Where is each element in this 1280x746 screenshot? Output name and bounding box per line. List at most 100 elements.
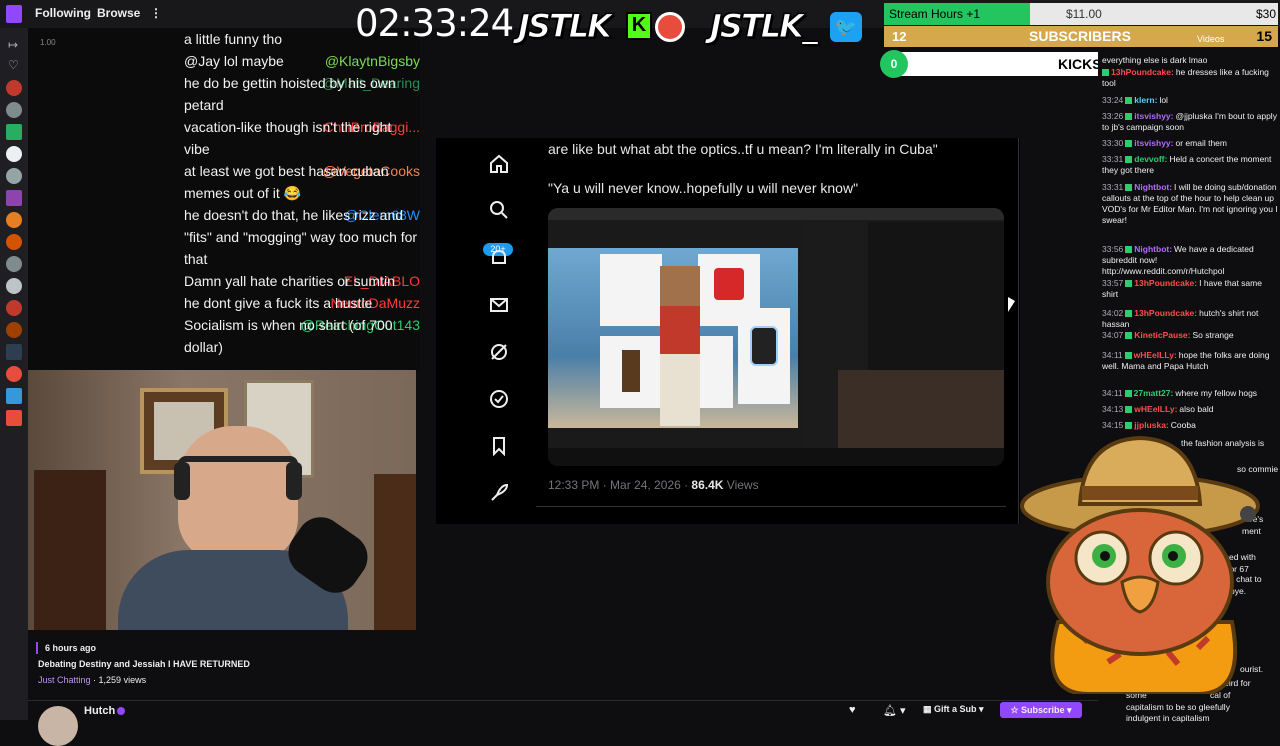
channel-avatar[interactable] bbox=[6, 102, 22, 118]
channel-avatar[interactable] bbox=[6, 146, 22, 162]
chat-message: 33:30 itsvishyy: or email them bbox=[1102, 138, 1278, 149]
chat-username[interactable]: itsvishyy: bbox=[1134, 138, 1173, 148]
chat-message: @Matt_Dearing he do be gettin hoisted by … bbox=[28, 72, 420, 116]
stream-age: 6 hours ago bbox=[45, 643, 97, 653]
subscribers-goal-bar: 12 SUBSCRIBERS Videos 15 bbox=[884, 26, 1278, 47]
channel-avatar[interactable] bbox=[6, 322, 22, 338]
streamer-webcam bbox=[28, 370, 416, 630]
chat-message: 34:11 wHEelLLy: hope the folks are doing w… bbox=[1102, 350, 1278, 372]
chat-message: @KlaytnBigsby @Jay lol maybe bbox=[28, 50, 420, 72]
chat-username[interactable]: klern: bbox=[1134, 95, 1157, 105]
notification-bell-icon[interactable]: 🔔︎ ▾ bbox=[883, 704, 906, 717]
chat-timestamp: 33:56 bbox=[1102, 244, 1124, 254]
chat-text: @Jay lol maybe bbox=[184, 53, 284, 69]
twitch-logo-icon[interactable] bbox=[6, 5, 22, 23]
channel-name[interactable]: Hutch bbox=[84, 705, 115, 717]
channel-avatar[interactable] bbox=[6, 278, 22, 294]
chat-username[interactable]: 13hPoundcake: bbox=[1134, 308, 1197, 318]
chat-message: 33:56 Nightbot: We have a dedicated subred… bbox=[1102, 244, 1278, 277]
x-rocket-icon[interactable] bbox=[489, 483, 509, 503]
channel-avatar[interactable] bbox=[6, 168, 22, 184]
channel-avatar[interactable] bbox=[38, 706, 78, 746]
product-card bbox=[738, 308, 790, 404]
chat-timestamp: 34:11 bbox=[1102, 350, 1123, 360]
chat-username[interactable]: wHEelLLy: bbox=[1134, 350, 1177, 360]
chat-text: lol bbox=[1159, 95, 1168, 105]
chat-username[interactable]: itsvishyy: bbox=[1134, 111, 1173, 121]
chat-badge-icon bbox=[1125, 406, 1133, 414]
headphones-icon bbox=[174, 462, 190, 500]
x-home-icon[interactable] bbox=[489, 154, 509, 174]
chat-overlay-left: 1.00 a little funny tho @KlaytnBigsby @Jay… bbox=[28, 28, 420, 370]
jstlk-twitter-logo: JSTLK_ bbox=[710, 7, 819, 46]
record-icon bbox=[655, 12, 685, 42]
category-link[interactable]: Just Chatting bbox=[38, 675, 91, 685]
chat-badge-icon bbox=[1124, 390, 1132, 398]
browse-link[interactable]: Browse bbox=[97, 6, 140, 20]
chat-username[interactable]: 27matt27: bbox=[1134, 388, 1174, 398]
chat-message: @Clem68W he doesn't do that, he likes riz… bbox=[28, 204, 420, 270]
chat-timestamp: 33:24 bbox=[1102, 95, 1124, 105]
x-verified-icon[interactable] bbox=[489, 389, 509, 409]
more-menu-icon[interactable]: ⋮ bbox=[150, 6, 162, 20]
product-card bbox=[600, 336, 662, 408]
chat-timestamp: 34:15 bbox=[1102, 420, 1124, 430]
channel-avatar[interactable] bbox=[6, 344, 22, 360]
follow-heart-icon[interactable]: ♥ bbox=[849, 704, 856, 716]
channel-avatar[interactable] bbox=[6, 212, 22, 228]
channel-avatar[interactable] bbox=[6, 124, 22, 140]
chat-text: Damn yall hate charities or sumtin bbox=[184, 273, 395, 289]
following-link[interactable]: Following bbox=[35, 6, 91, 20]
goal-amount-now: $11.00 bbox=[1066, 7, 1102, 21]
stream-hours-label: Stream Hours +1 bbox=[889, 7, 981, 21]
chat-username[interactable]: Nightbot: bbox=[1134, 182, 1172, 192]
tweet-video[interactable] bbox=[548, 208, 1004, 466]
gift-sub-button[interactable]: ▦ Gift a Sub ▾ bbox=[923, 704, 984, 715]
channel-avatar[interactable] bbox=[6, 300, 22, 316]
chat-username[interactable]: jjpluska: bbox=[1134, 420, 1168, 430]
videos-label: Videos bbox=[1197, 34, 1225, 44]
subscribe-button[interactable]: ☆ Subscribe ▾ bbox=[1000, 702, 1082, 718]
chat-badge-icon bbox=[1125, 332, 1133, 340]
channel-avatar[interactable] bbox=[6, 410, 22, 426]
goal-amount-target: $30 bbox=[1255, 7, 1276, 21]
chat-message: 33:26 itsvishyy: @jjpluska I'm bout to app… bbox=[1102, 111, 1278, 133]
chat-username[interactable]: 13hPoundcake: bbox=[1134, 278, 1197, 288]
chat-username[interactable]: KineticPause: bbox=[1134, 330, 1190, 340]
channel-avatar[interactable] bbox=[6, 256, 22, 272]
chat-username[interactable]: Nightbot: bbox=[1134, 244, 1172, 254]
chat-username[interactable]: devvoff: bbox=[1134, 154, 1167, 164]
stream-title[interactable]: Debating Destiny and Jessiah I HAVE RETU… bbox=[38, 659, 250, 669]
heart-icon: ♡ bbox=[8, 58, 19, 72]
chat-text: also bald bbox=[1179, 404, 1214, 414]
chair bbox=[34, 470, 106, 630]
chat-username[interactable]: wHEelLLy: bbox=[1134, 404, 1177, 414]
x-bookmarks-icon[interactable] bbox=[489, 436, 509, 457]
x-grok-icon[interactable] bbox=[489, 342, 509, 362]
stream-timer: 02:33:24 bbox=[355, 2, 514, 45]
x-messages-icon[interactable] bbox=[489, 295, 509, 315]
chat-message: 13hPoundcake: he dresses like a fucking t… bbox=[1102, 67, 1278, 89]
chat-badge-icon bbox=[1124, 352, 1132, 360]
chair bbox=[374, 474, 416, 630]
video-webcam-inset bbox=[838, 370, 1004, 456]
x-notifications-icon[interactable] bbox=[489, 248, 509, 268]
channel-avatar[interactable] bbox=[6, 80, 22, 96]
channel-avatar[interactable] bbox=[6, 366, 22, 382]
x-search-icon[interactable] bbox=[489, 200, 509, 220]
chat-text: where my fellow hogs bbox=[1175, 388, 1258, 398]
channel-avatar[interactable] bbox=[6, 388, 22, 404]
chat-message: 34:02 13hPoundcake: hutch's shirt not hass… bbox=[1102, 308, 1278, 330]
subs-label: SUBSCRIBERS bbox=[1029, 28, 1131, 44]
chat-username[interactable]: 13hPoundcake: bbox=[1111, 67, 1174, 77]
chat-text-fragment: indulgent in capitalism bbox=[1126, 713, 1210, 723]
person-figure bbox=[660, 266, 700, 426]
channel-avatar[interactable] bbox=[6, 234, 22, 250]
channel-avatar[interactable] bbox=[6, 190, 22, 206]
chat-timestamp: 33:31 bbox=[1102, 154, 1124, 164]
followed-channels-rail: ↦ ♡ bbox=[0, 28, 28, 720]
expand-rail-icon[interactable]: ↦ bbox=[8, 38, 18, 52]
stream-hours-goal-bar: Stream Hours +1 $11.00 $30 bbox=[884, 3, 1278, 25]
hutch-owl-mascot bbox=[1020, 435, 1260, 694]
tweet-text-line1: are like but what abt the optics..tf u m… bbox=[548, 141, 938, 157]
